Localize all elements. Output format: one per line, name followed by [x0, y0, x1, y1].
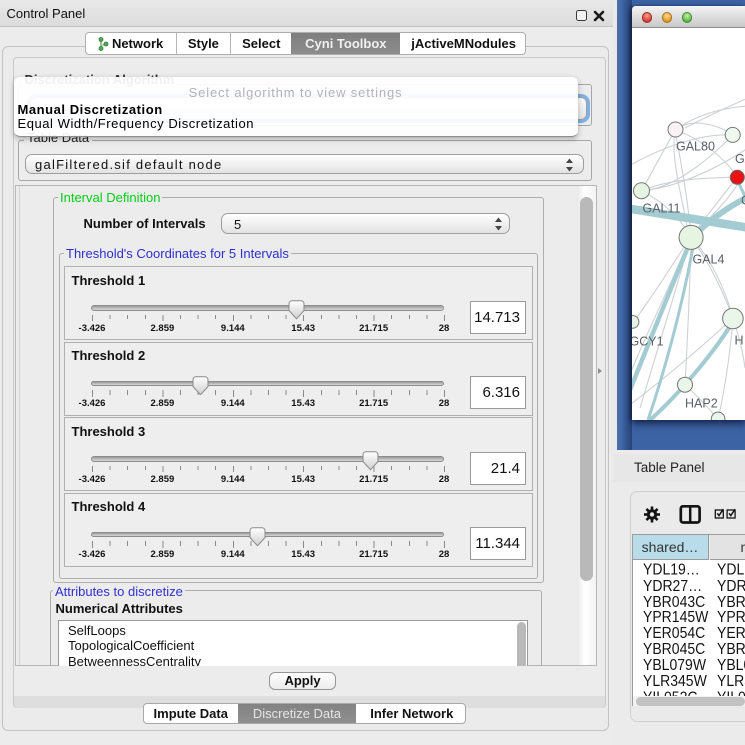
svg-text:H: H [735, 334, 744, 348]
svg-text:GA: GA [735, 152, 745, 166]
svg-text:C: C [741, 194, 745, 208]
svg-text:GCY1: GCY1 [632, 335, 664, 349]
svg-text:GAL11: GAL11 [643, 202, 681, 216]
svg-text:HAP2: HAP2 [685, 397, 718, 411]
svg-text:GAL80: GAL80 [676, 140, 715, 154]
svg-text:GAL4: GAL4 [693, 253, 725, 267]
